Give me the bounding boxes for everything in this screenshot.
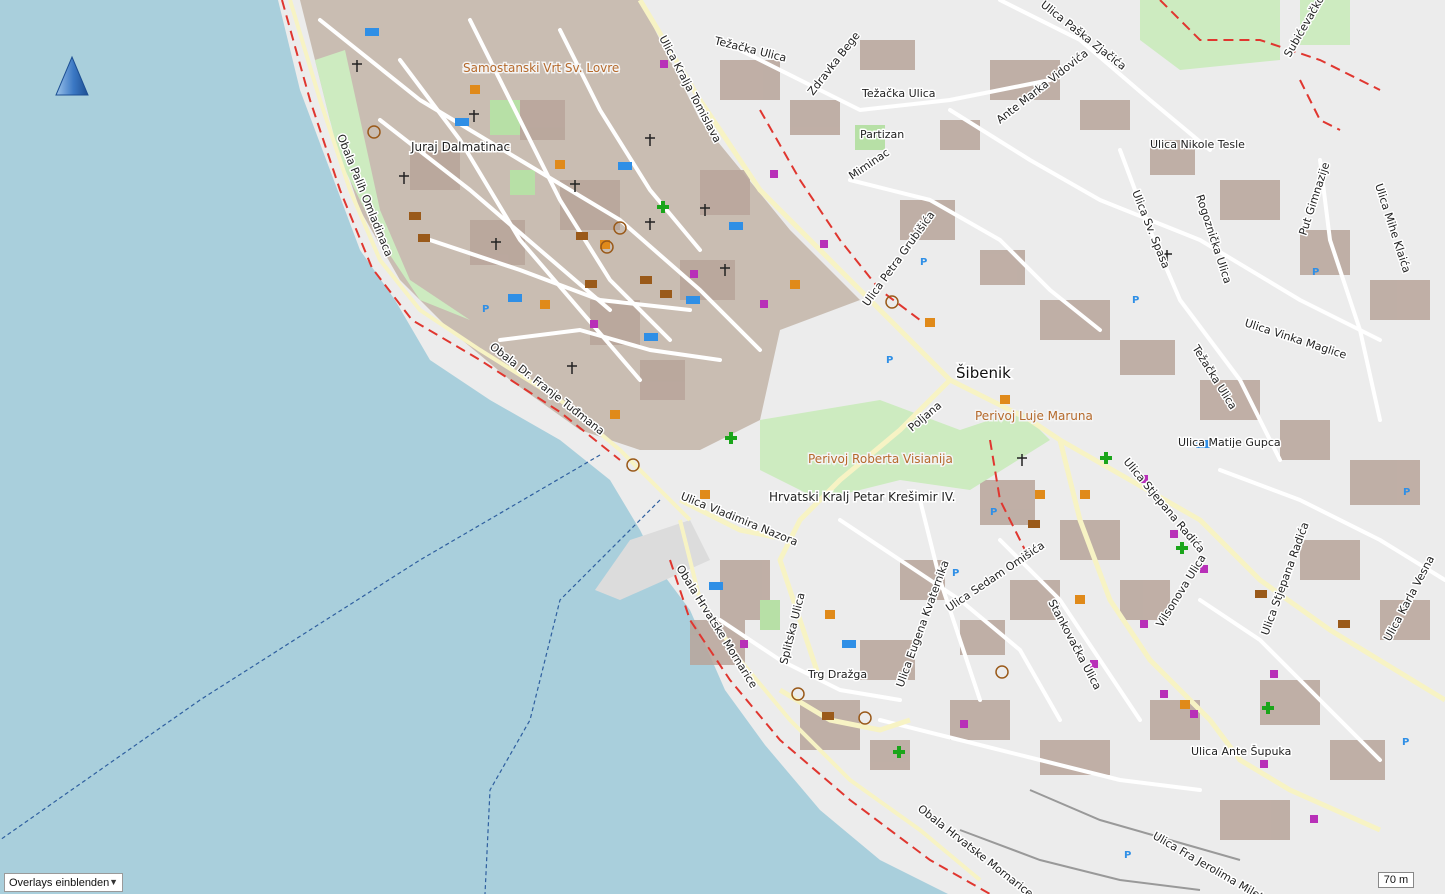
- town-label-sibenik: Šibenik: [956, 363, 1011, 382]
- svg-text:P: P: [482, 304, 489, 315]
- park-label-perivoj-roberta: Perivoj Roberta Visianija: [808, 452, 953, 466]
- svg-text:P: P: [1312, 267, 1319, 278]
- street-label-matije-gupca: Ulica Matije Gupca: [1178, 436, 1281, 449]
- svg-text:P: P: [1402, 737, 1409, 748]
- park-label-perivoj-luje: Perivoj Luje Maruna: [975, 409, 1093, 423]
- street-label-partizan: Partizan: [860, 128, 904, 141]
- svg-text:P: P: [990, 507, 997, 518]
- svg-text:P: P: [1124, 850, 1131, 861]
- overlays-dropdown[interactable]: Overlays einblenden ▼: [4, 873, 123, 892]
- street-label-tezacka-2: Težačka Ulica: [861, 87, 936, 100]
- scale-bar: 70 m: [1378, 872, 1414, 888]
- svg-text:P: P: [1132, 295, 1139, 306]
- scale-label: 70 m: [1383, 874, 1409, 886]
- park-label-samostanski: Samostanski Vrt Sv. Lovre: [463, 61, 619, 75]
- svg-text:P: P: [1403, 487, 1410, 498]
- chevron-down-icon: ▼: [109, 877, 118, 887]
- svg-text:P: P: [920, 257, 927, 268]
- overlays-dropdown-label: Overlays einblenden: [9, 876, 110, 889]
- street-label-trg-draga: Trg Dražga: [807, 668, 867, 681]
- svg-text:P: P: [886, 355, 893, 366]
- svg-text:P: P: [952, 568, 959, 579]
- map-canvas[interactable]: PPP PPP PPP P Samostanski Vrt Sv. Lovre …: [0, 0, 1445, 894]
- monument-label-hrvatski-kralj: Hrvatski Kralj Petar Krešimir IV.: [769, 490, 955, 504]
- north-arrow-icon[interactable]: [54, 55, 90, 99]
- monument-label-juraj: Juraj Dalmatinac: [410, 140, 510, 154]
- street-label-ante-supuka: Ulica Ante Šupuka: [1191, 745, 1291, 758]
- street-label-nikole-tesle: Ulica Nikole Tesle: [1150, 138, 1245, 151]
